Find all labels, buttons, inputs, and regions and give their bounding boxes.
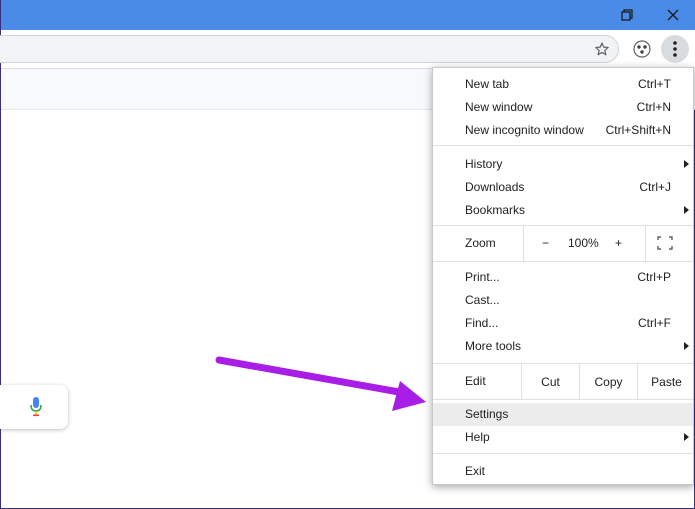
browser-window: New tab Ctrl+T New window Ctrl+N New inc… — [0, 0, 695, 509]
annotation-arrow-icon — [215, 356, 426, 411]
